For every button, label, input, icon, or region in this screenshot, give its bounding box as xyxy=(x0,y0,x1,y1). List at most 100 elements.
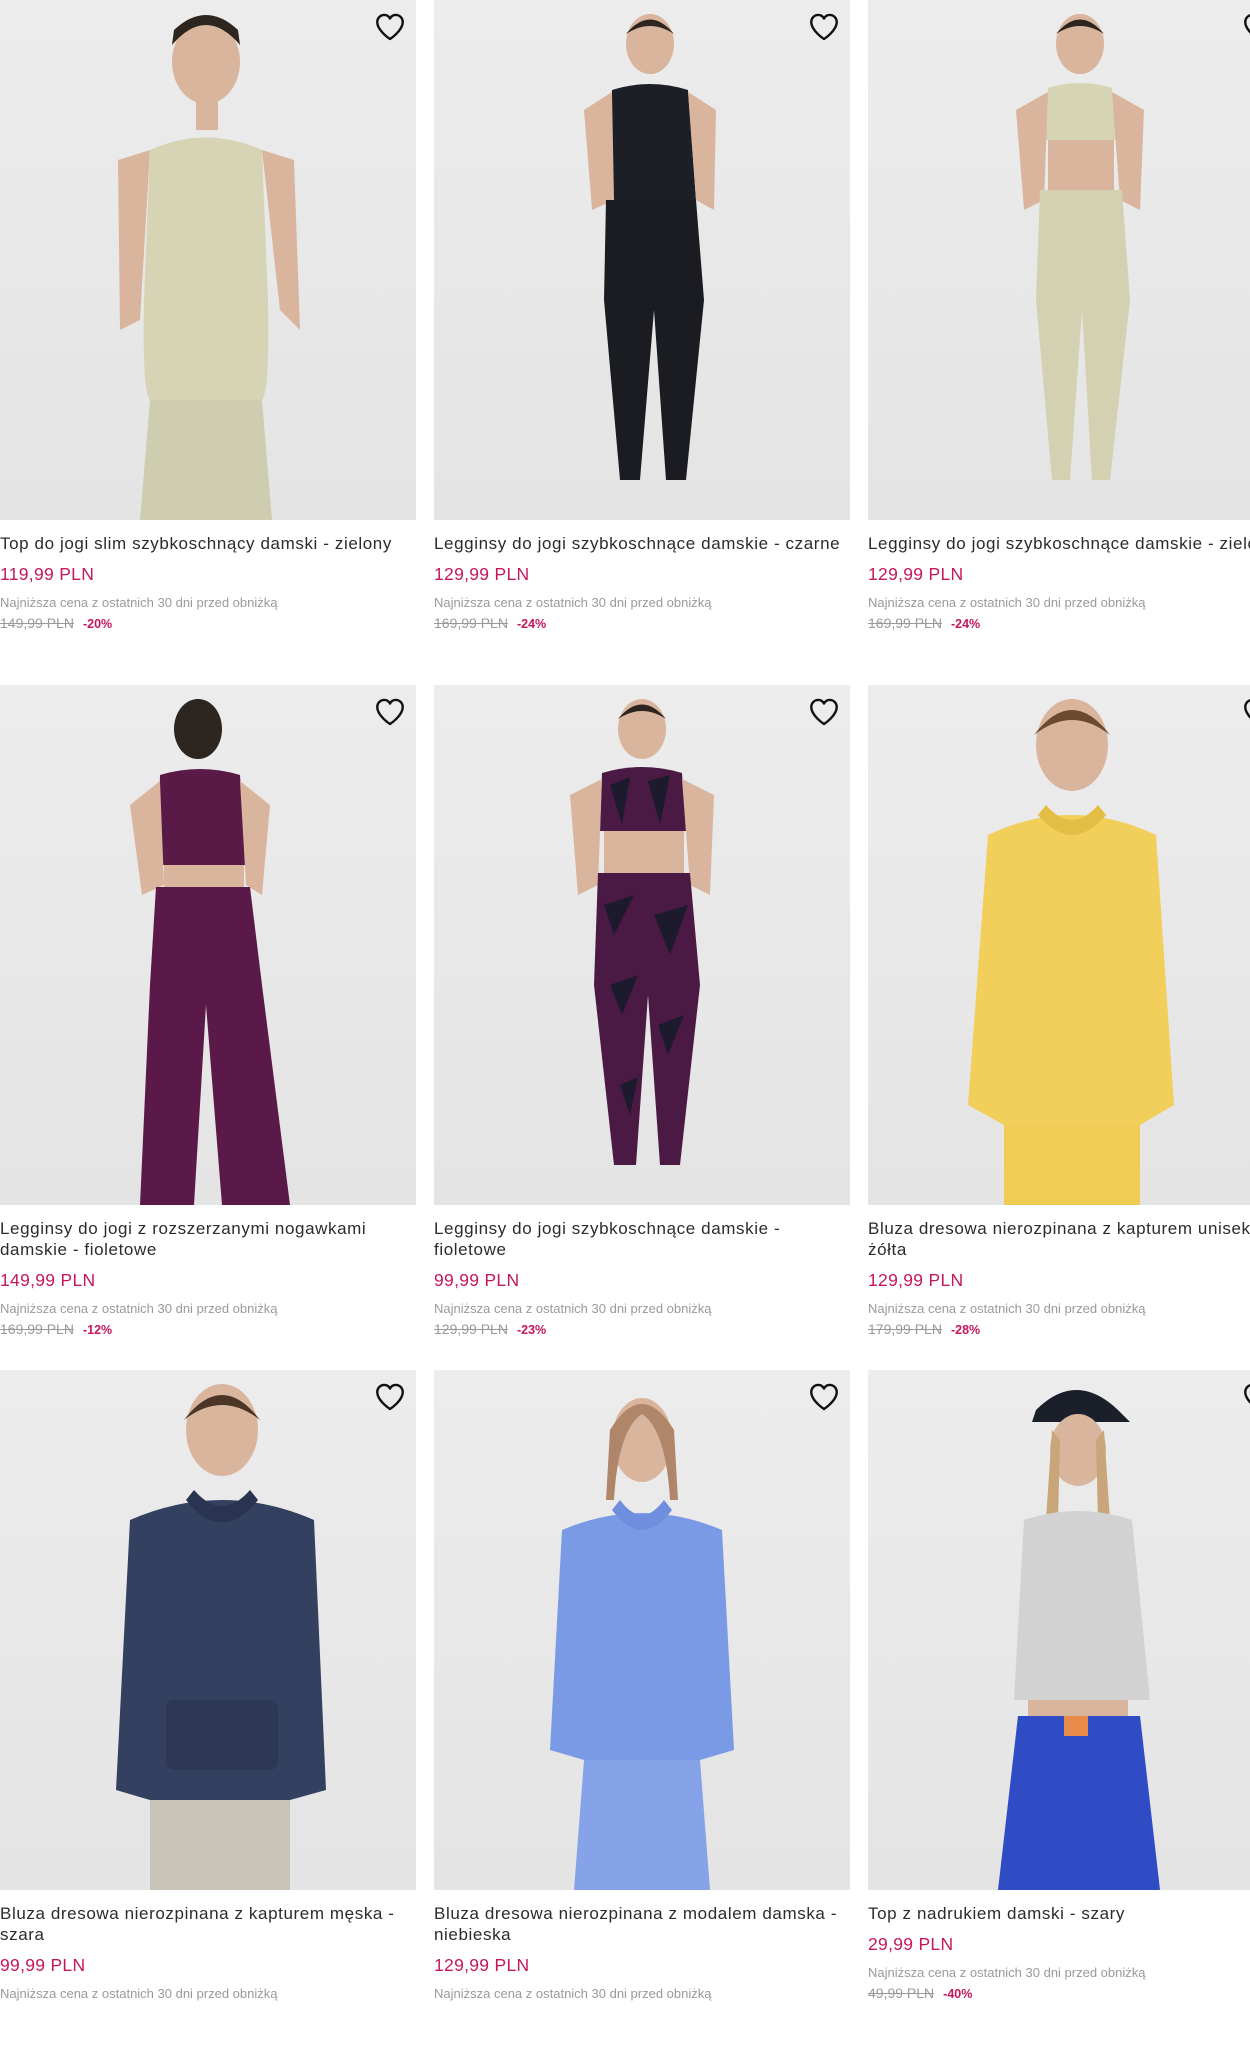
lowest-price-label: Najniższa cena z ostatnich 30 dni przed … xyxy=(0,1986,278,2001)
product-card[interactable]: Bluza dresowa nierozpinana z kapturem mę… xyxy=(0,1370,416,2045)
model-photo xyxy=(584,14,716,480)
heart-icon xyxy=(807,1380,841,1414)
heart-icon xyxy=(1241,695,1250,729)
product-image[interactable] xyxy=(868,685,1250,1205)
product-image[interactable] xyxy=(868,0,1250,520)
product-grid: Top do jogi slim szybkoschnący damski - … xyxy=(0,0,1250,2014)
old-price: 149,99 PLN xyxy=(0,615,74,631)
product-name[interactable]: Bluza dresowa nierozpinana z modalem dam… xyxy=(434,1903,850,1945)
old-price-row: 179,99 PLN -28% xyxy=(868,1321,1250,1339)
product-price: 129,99 PLN xyxy=(868,564,964,584)
product-price: 129,99 PLN xyxy=(434,564,530,584)
product-image[interactable] xyxy=(0,0,416,520)
old-price: 129,99 PLN xyxy=(434,1321,508,1337)
discount-badge: -28% xyxy=(950,1323,981,1337)
product-name[interactable]: Bluza dresowa nierozpinana z kapturem un… xyxy=(868,1218,1250,1260)
wishlist-button[interactable] xyxy=(1240,10,1250,44)
product-card[interactable]: Legginsy do jogi szybkoschnące damskie -… xyxy=(868,0,1250,675)
discount-badge: -12% xyxy=(82,1323,113,1337)
discount-badge: -20% xyxy=(82,617,113,631)
wishlist-button[interactable] xyxy=(372,10,408,44)
discount-badge: -24% xyxy=(516,617,547,631)
heart-icon xyxy=(1241,10,1250,44)
old-price-row: 169,99 PLN -24% xyxy=(434,615,850,633)
old-price-row: 169,99 PLN -12% xyxy=(0,1321,416,1339)
wishlist-button[interactable] xyxy=(372,1380,408,1414)
wishlist-button[interactable] xyxy=(806,1380,842,1414)
heart-icon xyxy=(1241,1380,1250,1414)
product-card[interactable]: Top z nadrukiem damski - szary 29,99 PLN… xyxy=(868,1370,1250,2045)
product-card[interactable]: Legginsy do jogi szybkoschnące damskie -… xyxy=(434,685,850,1360)
wishlist-button[interactable] xyxy=(806,10,842,44)
heart-icon xyxy=(807,695,841,729)
old-price: 169,99 PLN xyxy=(868,615,942,631)
model-photo xyxy=(130,699,290,1205)
product-info: Legginsy do jogi szybkoschnące damskie -… xyxy=(434,533,850,633)
wishlist-button[interactable] xyxy=(372,695,408,729)
discount-badge: -24% xyxy=(950,617,981,631)
old-price: 49,99 PLN xyxy=(868,1985,935,2001)
product-image[interactable] xyxy=(0,1370,416,1890)
wishlist-button[interactable] xyxy=(1240,1380,1250,1414)
wishlist-button[interactable] xyxy=(806,695,842,729)
product-name[interactable]: Legginsy do jogi szybkoschnące damskie -… xyxy=(868,533,1250,554)
product-name[interactable]: Bluza dresowa nierozpinana z kapturem mę… xyxy=(0,1903,416,1945)
model-photo xyxy=(116,1384,326,1890)
product-price: 119,99 PLN xyxy=(0,564,95,584)
heart-icon xyxy=(373,695,407,729)
product-card[interactable]: Bluza dresowa nierozpinana z kapturem un… xyxy=(868,685,1250,1360)
heart-icon xyxy=(373,10,407,44)
product-card[interactable]: Bluza dresowa nierozpinana z modalem dam… xyxy=(434,1370,850,2045)
product-name[interactable]: Top do jogi slim szybkoschnący damski - … xyxy=(0,533,416,554)
model-photo xyxy=(998,1390,1160,1890)
product-card[interactable]: Top do jogi slim szybkoschnący damski - … xyxy=(0,0,416,675)
old-price-row: 149,99 PLN -20% xyxy=(0,615,416,633)
wishlist-button[interactable] xyxy=(1240,695,1250,729)
heart-icon xyxy=(807,10,841,44)
product-info: Legginsy do jogi szybkoschnące damskie -… xyxy=(868,533,1250,633)
product-price: 99,99 PLN xyxy=(0,1955,86,1975)
product-info: Legginsy do jogi z rozszerzanymi nogawka… xyxy=(0,1218,416,1339)
product-image[interactable] xyxy=(434,0,850,520)
old-price: 179,99 PLN xyxy=(868,1321,942,1337)
product-image[interactable] xyxy=(868,1370,1250,1890)
old-price: 169,99 PLN xyxy=(434,615,508,631)
discount-badge: -40% xyxy=(943,1987,973,2001)
old-price-row: 129,99 PLN -23% xyxy=(434,1321,850,1339)
product-info: Top z nadrukiem damski - szary 29,99 PLN… xyxy=(868,1903,1250,2003)
product-image[interactable] xyxy=(0,685,416,1205)
product-info: Bluza dresowa nierozpinana z modalem dam… xyxy=(434,1903,850,2002)
model-photo xyxy=(968,699,1174,1205)
lowest-price-label: Najniższa cena z ostatnich 30 dni przed … xyxy=(868,1965,1146,1980)
product-name[interactable]: Top z nadrukiem damski - szary xyxy=(868,1903,1250,1924)
product-card[interactable]: Legginsy do jogi z rozszerzanymi nogawka… xyxy=(0,685,416,1360)
lowest-price-label: Najniższa cena z ostatnich 30 dni przed … xyxy=(0,1301,278,1316)
model-photo xyxy=(570,699,714,1165)
lowest-price-label: Najniższa cena z ostatnich 30 dni przed … xyxy=(0,595,278,610)
model-photo xyxy=(118,15,300,520)
product-name[interactable]: Legginsy do jogi szybkoschnące damskie -… xyxy=(434,533,850,554)
lowest-price-label: Najniższa cena z ostatnich 30 dni przed … xyxy=(434,1986,712,2001)
product-price: 129,99 PLN xyxy=(868,1270,964,1290)
heart-icon xyxy=(373,1380,407,1414)
product-price: 129,99 PLN xyxy=(434,1955,530,1975)
lowest-price-label: Najniższa cena z ostatnich 30 dni przed … xyxy=(434,595,712,610)
old-price-row: 49,99 PLN -40% xyxy=(868,1985,1250,2003)
product-card[interactable]: Legginsy do jogi szybkoschnące damskie -… xyxy=(434,0,850,675)
old-price: 169,99 PLN xyxy=(0,1321,74,1337)
discount-badge: -23% xyxy=(516,1323,547,1337)
product-info: Bluza dresowa nierozpinana z kapturem mę… xyxy=(0,1903,416,2002)
product-info: Legginsy do jogi szybkoschnące damskie -… xyxy=(434,1218,850,1339)
product-info: Bluza dresowa nierozpinana z kapturem un… xyxy=(868,1218,1250,1339)
model-photo xyxy=(1016,14,1144,480)
lowest-price-label: Najniższa cena z ostatnich 30 dni przed … xyxy=(868,595,1146,610)
product-price: 29,99 PLN xyxy=(868,1934,954,1954)
product-image[interactable] xyxy=(434,1370,850,1890)
product-name[interactable]: Legginsy do jogi szybkoschnące damskie -… xyxy=(434,1218,850,1260)
product-price: 99,99 PLN xyxy=(434,1270,520,1290)
model-photo xyxy=(550,1398,734,1890)
product-image[interactable] xyxy=(434,685,850,1205)
product-name[interactable]: Legginsy do jogi z rozszerzanymi nogawka… xyxy=(0,1218,416,1260)
old-price-row: 169,99 PLN -24% xyxy=(868,615,1250,633)
product-info: Top do jogi slim szybkoschnący damski - … xyxy=(0,533,416,633)
